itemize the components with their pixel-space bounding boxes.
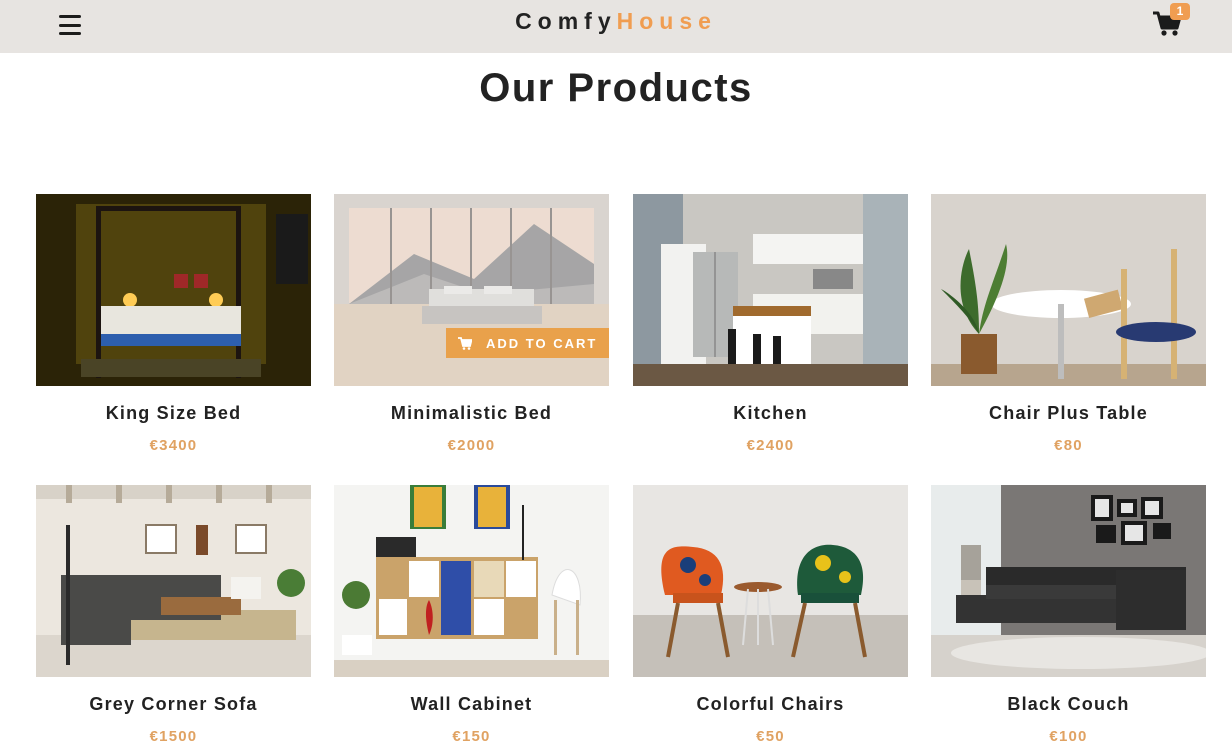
product-card-colorful-chairs[interactable]: Colorful Chairs €50 xyxy=(633,485,908,745)
product-name: Colorful Chairs xyxy=(696,694,845,714)
add-to-cart-label: ADD TO CART xyxy=(486,335,598,351)
product-name: King Size Bed xyxy=(105,403,242,423)
cart-count-badge: 1 xyxy=(1170,3,1190,20)
product-price: €2000 xyxy=(447,437,496,454)
product-name: Minimalistic Bed xyxy=(390,403,553,423)
product-image[interactable] xyxy=(633,194,908,386)
product-card-grey-corner-sofa[interactable]: Grey Corner Sofa €1500 xyxy=(36,485,311,745)
product-card-minimalistic-bed[interactable]: ADD TO CART Minimalistic Bed €2000 xyxy=(334,194,609,454)
product-image[interactable] xyxy=(633,485,908,677)
product-image[interactable]: ADD TO CART xyxy=(334,194,609,386)
product-price: €2400 xyxy=(746,437,795,454)
logo-part-house: House xyxy=(616,8,717,34)
product-card-wall-cabinet[interactable]: Wall Cabinet €150 xyxy=(334,485,609,745)
add-to-cart-button[interactable]: ADD TO CART xyxy=(446,328,609,358)
product-image[interactable] xyxy=(931,485,1206,677)
product-price: €50 xyxy=(756,728,785,745)
product-card-king-size-bed[interactable]: King Size Bed €3400 xyxy=(36,194,311,454)
product-card-black-couch[interactable]: Black Couch €100 xyxy=(931,485,1206,745)
product-price: €80 xyxy=(1054,437,1083,454)
logo-part-comfy: Comfy xyxy=(515,8,617,34)
product-image[interactable] xyxy=(36,485,311,677)
product-name: Kitchen xyxy=(733,403,808,423)
product-image[interactable] xyxy=(334,485,609,677)
section-title: Our Products xyxy=(479,66,753,110)
product-price: €1500 xyxy=(149,728,198,745)
product-image[interactable] xyxy=(931,194,1206,386)
product-price: €150 xyxy=(452,728,491,745)
cart-icon xyxy=(458,336,472,350)
product-price: €3400 xyxy=(149,437,198,454)
product-name: Grey Corner Sofa xyxy=(89,694,258,714)
product-name: Wall Cabinet xyxy=(410,694,533,714)
logo[interactable]: ComfyHouse xyxy=(0,8,1232,35)
product-card-chair-plus-table[interactable]: Chair Plus Table €80 xyxy=(931,194,1206,454)
navbar: ComfyHouse 1 xyxy=(0,0,1232,53)
product-card-kitchen[interactable]: Kitchen €2400 xyxy=(633,194,908,454)
product-image[interactable] xyxy=(36,194,311,386)
product-name: Chair Plus Table xyxy=(989,403,1148,423)
product-name: Black Couch xyxy=(1007,694,1130,714)
product-price: €100 xyxy=(1049,728,1088,745)
